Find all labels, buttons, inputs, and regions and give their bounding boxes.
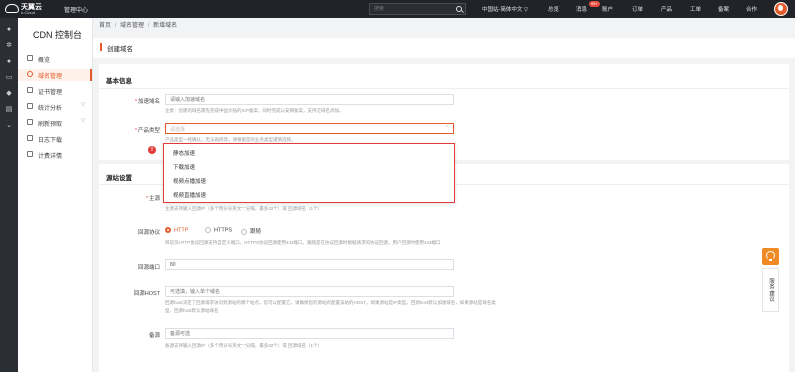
nav-messages[interactable]: 消息	[576, 5, 587, 13]
nav-filing[interactable]: 备案	[718, 5, 729, 13]
sidebar-item-label: 域名管理	[38, 74, 63, 80]
section-title-origin: 源站设置	[106, 175, 132, 182]
certificate-icon	[27, 87, 33, 93]
product-type-dropdown: 静态加速 下载加速 视频点播加速 视频直播加速	[163, 143, 455, 203]
protocol-radio-https[interactable]: HTTPS	[205, 227, 232, 233]
chart-icon	[27, 103, 33, 109]
sidebar-item-label: 日志下载	[38, 138, 63, 144]
globe-icon	[27, 71, 33, 77]
gear-icon[interactable]: ✲	[5, 42, 13, 49]
monitor-icon[interactable]: ▭	[5, 74, 13, 81]
nav-tickets[interactable]: 工单	[690, 5, 701, 13]
nav-overview[interactable]: 总览	[548, 5, 559, 13]
database-icon[interactable]: ▤	[5, 106, 13, 113]
cloud-service-icon[interactable]: ●	[5, 58, 13, 65]
management-center-link[interactable]: 管理中心	[64, 5, 88, 14]
dropdown-option-static[interactable]: 静态加速	[173, 149, 195, 157]
sidebar-item-statistics[interactable]: 统计分析 ▽	[18, 101, 92, 113]
cloud-logo-icon	[5, 4, 19, 13]
domain-hint: 注意：创建的域名需先完成中国大陆的ICP备案，同时完成公安网备案，支持泛域名添加…	[165, 108, 344, 113]
breadcrumb-current: 新增域名	[153, 23, 178, 29]
product-icon-rail: ● ✲ ● ▭ ◆ ▤ ⌄	[0, 18, 18, 372]
console-title: CDN 控制台	[33, 30, 82, 40]
sidebar-item-label: 计费详情	[38, 154, 63, 160]
sidebar-item-label: 刷新预取	[38, 122, 63, 128]
cdn-sidebar: CDN 控制台 概览 域名管理 证书管理 统计分析 ▽ 刷新预取 ▽ 日志下载 …	[18, 18, 93, 372]
origin-hostname-input[interactable]	[165, 286, 454, 297]
sidebar-item-label: 统计分析	[38, 106, 63, 112]
search-input[interactable]	[370, 4, 450, 14]
origin-port-label: 回源端口	[137, 265, 160, 271]
dropdown-option-live[interactable]: 视频直播加速	[173, 191, 206, 199]
overview-icon	[27, 55, 33, 61]
breadcrumb-separator: /	[147, 23, 150, 29]
shield-icon[interactable]: ◆	[5, 90, 13, 97]
nav-account[interactable]: 账户	[602, 5, 613, 13]
chevron-down-icon[interactable]: ⌄	[5, 122, 13, 129]
dropdown-option-vod[interactable]: 视频点播加速	[173, 177, 206, 185]
product-type-select[interactable]: 请选择 ⌃	[165, 123, 454, 134]
sidebar-item-certificates[interactable]: 证书管理	[18, 85, 92, 97]
search-icon[interactable]	[456, 6, 462, 12]
top-navigation-bar: 天翼云 e-Cloud 管理中心 中国站-简体中文 ▽ 总览 消息 99+ 账户…	[0, 0, 795, 18]
hostname-hint-line1: 回源host决定了回源请求访问到源站的哪个站点，您可以配置它，请确保您的源站有配…	[165, 300, 496, 305]
protocol-radio-http[interactable]: HTTP	[165, 227, 188, 233]
origin-hostname-label: 回源HOST	[133, 291, 160, 297]
message-count-badge: 99+	[589, 1, 600, 7]
feedback-button[interactable]: 服务·建议	[762, 268, 779, 312]
domain-input[interactable]	[165, 94, 454, 105]
product-type-label: *产品类型	[134, 128, 160, 134]
page-header: 创建域名	[93, 38, 795, 58]
refresh-icon	[27, 119, 33, 125]
origin-host-hint: 主源支持输入回源IP（多个用分号英文";"分隔，最多32个）或 回源域名（1个）	[165, 206, 322, 211]
radio-dot	[205, 227, 211, 233]
chevron-down-icon: ▽	[81, 102, 85, 108]
dropdown-option-download[interactable]: 下载加速	[173, 163, 195, 171]
radio-dot	[165, 227, 171, 233]
sidebar-item-domain-management[interactable]: 域名管理	[18, 69, 92, 81]
chevron-down-icon: ▽	[81, 118, 85, 124]
cloud-icon[interactable]: ●	[5, 26, 13, 33]
chevron-up-icon: ⌃	[444, 125, 449, 131]
headset-icon[interactable]	[762, 248, 779, 265]
breadcrumb: 首页 / 域名管理 / 新增域名	[99, 20, 177, 29]
nav-cooperation[interactable]: 合作	[746, 5, 757, 13]
global-search	[369, 3, 466, 15]
page-title: 创建域名	[107, 46, 133, 53]
select-placeholder: 请选择	[170, 127, 186, 133]
nav-products[interactable]: 产品	[661, 5, 672, 13]
domain-field-label: *加速域名	[134, 99, 160, 105]
breadcrumb-separator: /	[114, 23, 117, 29]
title-accent-bar	[100, 43, 102, 51]
section-divider	[99, 88, 789, 89]
sidebar-item-overview[interactable]: 概览	[18, 53, 92, 65]
backup-origin-label: 备源	[148, 333, 160, 339]
backup-origin-input[interactable]	[165, 328, 454, 339]
download-icon	[27, 135, 33, 141]
breadcrumb-domain-management[interactable]: 域名管理	[120, 23, 144, 29]
region-language-selector[interactable]: 中国站-简体中文 ▽	[482, 5, 528, 13]
user-avatar[interactable]	[774, 2, 788, 16]
origin-host-label: *主源	[145, 196, 160, 202]
sidebar-item-refresh-prefetch[interactable]: 刷新预取 ▽	[18, 117, 92, 129]
protocol-hint: 目前仅HTTP协议回源支持自定义端口，HTTPS协议回源使用443端口，跟随是在…	[165, 240, 441, 245]
error-marker-icon: !	[148, 146, 156, 154]
protocol-radio-follow[interactable]: 跟随	[241, 227, 261, 235]
sidebar-item-billing[interactable]: 计费详情	[18, 149, 92, 161]
sidebar-item-label: 概览	[38, 58, 51, 64]
sidebar-item-log-download[interactable]: 日志下载	[18, 133, 92, 145]
brand-name-en: e-Cloud	[21, 10, 36, 15]
billing-icon	[27, 151, 33, 157]
origin-port-input[interactable]: 80	[165, 259, 454, 270]
nav-orders[interactable]: 订单	[632, 5, 643, 13]
origin-protocol-label: 回源协议	[137, 230, 160, 236]
radio-dot	[241, 228, 247, 235]
breadcrumb-home[interactable]: 首页	[99, 23, 111, 29]
sidebar-item-label: 证书管理	[38, 90, 63, 96]
hostname-hint-line2: 型，回源host默认源站域名	[165, 308, 219, 313]
backup-origin-hint: 备源支持输入回源IP（多个用分号英文";"分隔，最多32个）或 回源域名（1个）	[165, 343, 322, 348]
brand-logo[interactable]: 天翼云 e-Cloud	[5, 2, 49, 16]
section-title-basic: 基本信息	[106, 78, 132, 85]
